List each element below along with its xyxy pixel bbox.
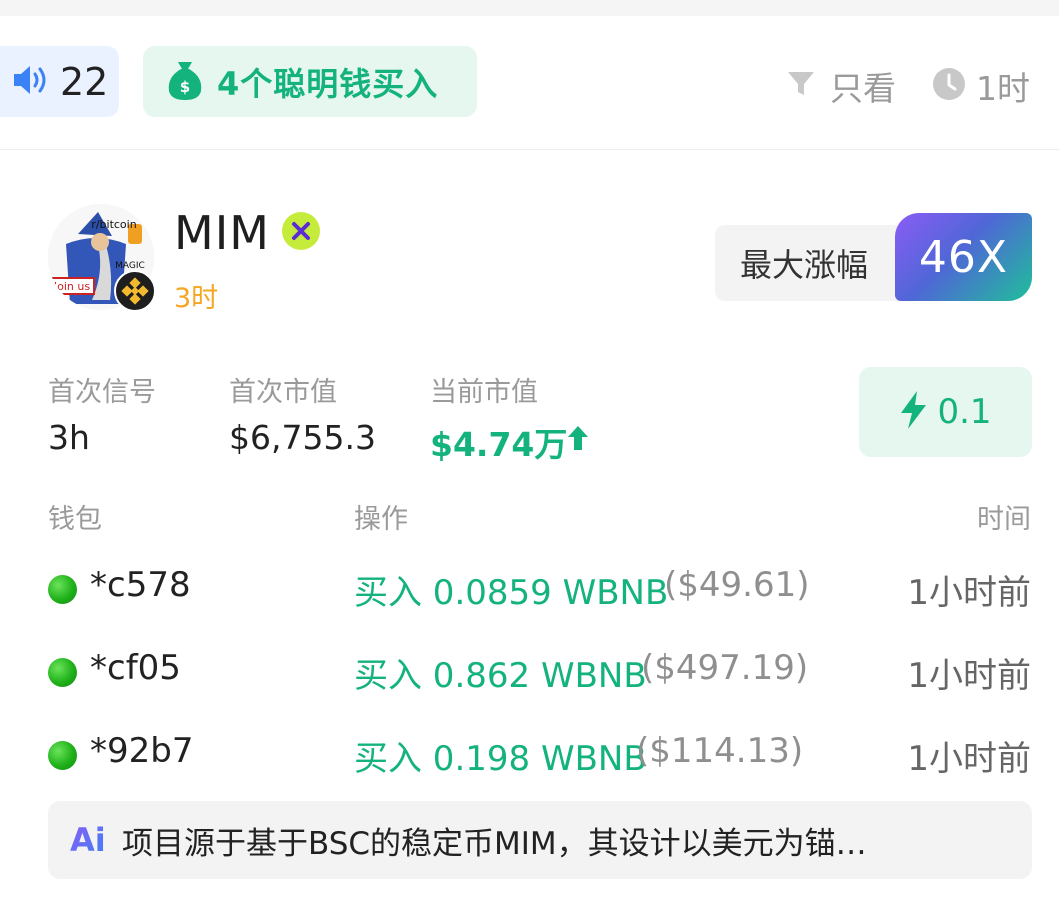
trade-time: 1小时前: [907, 573, 1031, 613]
table-header-action: 操作: [354, 504, 408, 535]
trade-usd: ($49.61): [664, 565, 810, 605]
first-mcap-label: 首次市值: [229, 377, 337, 408]
trade-action: 买入 0.198 WBNB: [354, 739, 647, 779]
time-filter[interactable]: 1时: [932, 62, 1030, 110]
trade-usd: ($497.19): [641, 648, 809, 688]
bnb-chain-icon: [114, 270, 156, 312]
current-mcap-label: 当前市值: [430, 377, 538, 408]
first-mcap-value: $6,755.3: [229, 418, 376, 457]
top-strip: [0, 0, 1059, 16]
trade-action: 买入 0.0859 WBNB: [354, 573, 669, 613]
smart-money-label: 4个聪明钱买入: [217, 64, 439, 103]
wallet-address[interactable]: *92b7: [90, 731, 193, 771]
boost-value: 0.1: [937, 392, 992, 432]
max-gain-value: 46X: [918, 231, 1009, 283]
first-signal-value: 3h: [48, 418, 90, 457]
speaker-icon: [12, 63, 48, 101]
boost-button[interactable]: 0.1: [859, 367, 1032, 457]
ai-icon: Ai: [70, 821, 112, 859]
token-age: 3时: [174, 283, 219, 314]
clock-icon: [932, 67, 966, 105]
trade-time: 1小时前: [907, 739, 1031, 779]
current-mcap-value: $4.74万: [430, 425, 568, 464]
filter-label: 只看: [830, 69, 896, 108]
x-badge-icon[interactable]: [282, 212, 320, 250]
max-gain-label: 最大涨幅: [739, 246, 868, 284]
money-bag-icon: $: [167, 59, 203, 105]
avatar-text-join: Join us: [53, 280, 90, 293]
smart-money-chip[interactable]: $ 4个聪明钱买入: [143, 46, 477, 117]
wallet-status-dot: [48, 575, 77, 604]
trade-time: 1小时前: [907, 656, 1031, 696]
ai-badge-text: Ai: [70, 821, 106, 855]
wallet-address[interactable]: *c578: [90, 565, 191, 605]
volume-count: 22: [60, 59, 109, 104]
max-gain-value-box: 46X: [895, 213, 1032, 301]
time-filter-label: 1时: [976, 69, 1030, 108]
table-row[interactable]: *c578 买入 0.0859 WBNB ($49.61) 1小时前: [0, 563, 1059, 613]
trade-usd: ($114.13): [636, 731, 804, 771]
table-header-time: 时间: [977, 504, 1031, 535]
max-gain-badge: 最大涨幅 46X: [715, 213, 1032, 301]
first-signal-label: 首次信号: [48, 377, 156, 408]
trade-action: 买入 0.862 WBNB: [354, 656, 647, 696]
table-row[interactable]: *92b7 买入 0.198 WBNB ($114.13) 1小时前: [0, 729, 1059, 779]
ai-summary-text: 项目源于基于BSC的稳定币MIM，其设计以美元为锚…: [122, 825, 867, 862]
volume-chip[interactable]: 22: [0, 46, 119, 117]
wallet-status-dot: [48, 741, 77, 770]
filter-icon: [786, 69, 816, 103]
table-row[interactable]: *cf05 买入 0.862 WBNB ($497.19) 1小时前: [0, 646, 1059, 696]
filter-toggle[interactable]: 只看: [786, 62, 896, 110]
token-name[interactable]: MIM: [174, 206, 270, 260]
topbar: 22 $ 4个聪明钱买入 只看 1时: [0, 16, 1059, 150]
table-header-wallet: 钱包: [48, 504, 102, 535]
wallet-status-dot: [48, 658, 77, 687]
avatar-text-bitcoin: r/bitcoin: [91, 218, 136, 231]
arrow-up-icon: [566, 424, 590, 456]
max-gain-label-box: 最大涨幅: [715, 225, 915, 301]
svg-text:$: $: [180, 78, 190, 96]
lightning-icon: [899, 390, 929, 434]
wallet-address[interactable]: *cf05: [90, 648, 181, 688]
ai-summary[interactable]: Ai 项目源于基于BSC的稳定币MIM，其设计以美元为锚…: [48, 801, 1032, 879]
